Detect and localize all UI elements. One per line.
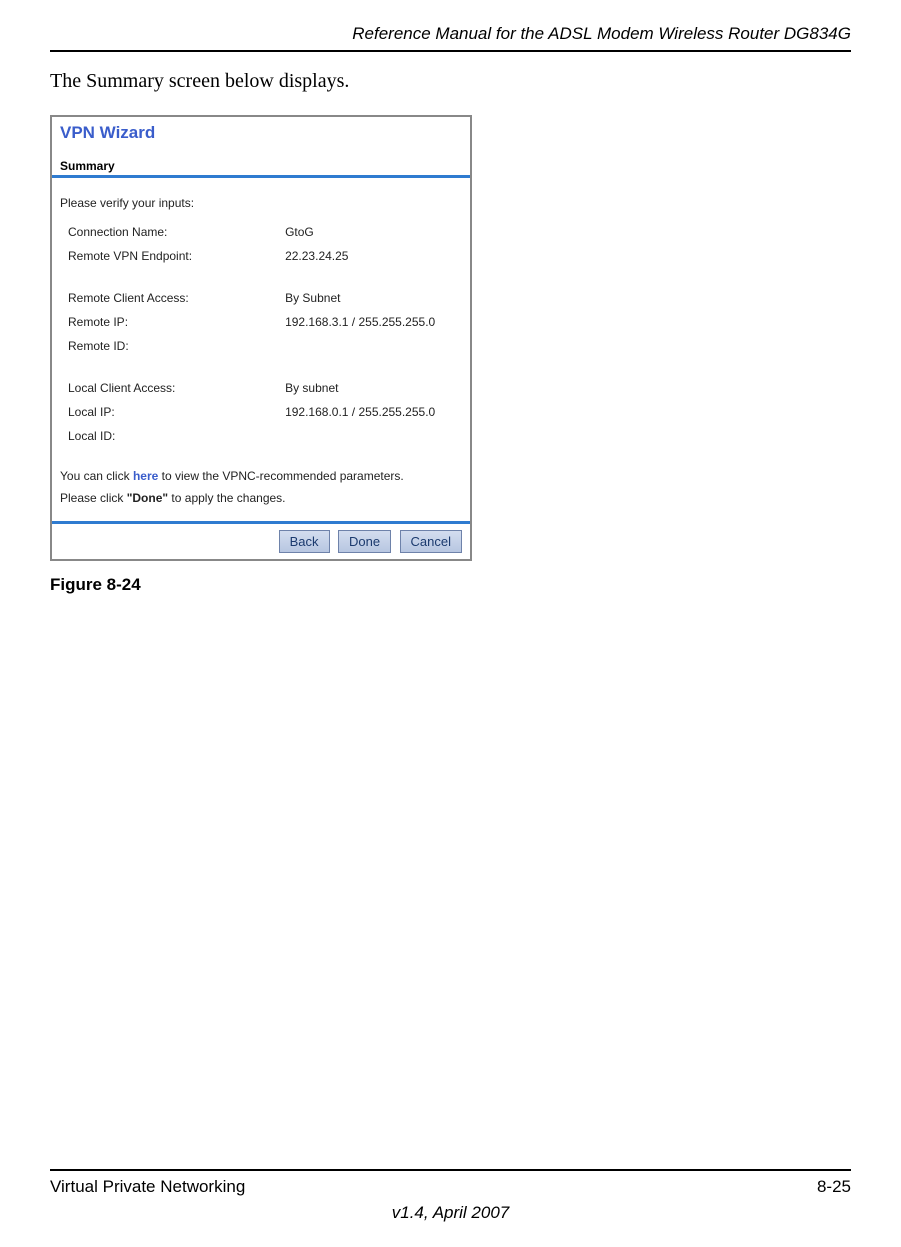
row-connection-name: Connection Name: GtoG	[66, 220, 468, 244]
row-remote-ip: Remote IP: 192.168.3.1 / 255.255.255.0	[66, 310, 468, 334]
value: By Subnet	[283, 286, 468, 310]
hint-done: Please click "Done" to apply the changes…	[52, 488, 470, 510]
footer-section: Virtual Private Networking	[50, 1177, 245, 1197]
value: By subnet	[283, 376, 468, 400]
wizard-title: VPN Wizard	[52, 117, 470, 159]
label: Remote IP:	[66, 310, 283, 334]
label: Connection Name:	[66, 220, 283, 244]
running-header: Reference Manual for the ADSL Modem Wire…	[50, 24, 851, 50]
section-title: Summary	[52, 159, 470, 175]
footer-rule	[50, 1169, 851, 1171]
hint1-post: to view the VPNC-recommended parameters.	[158, 469, 403, 483]
row-local-ip: Local IP: 192.168.0.1 / 255.255.255.0	[66, 400, 468, 424]
value: 192.168.0.1 / 255.255.255.0	[283, 400, 468, 424]
hint2-bold: "Done"	[127, 491, 168, 505]
row-remote-id: Remote ID:	[66, 334, 468, 358]
value	[283, 334, 468, 358]
value	[283, 424, 468, 448]
label: Local ID:	[66, 424, 283, 448]
label: Local Client Access:	[66, 376, 283, 400]
back-button[interactable]: Back	[279, 530, 330, 553]
row-local-access: Local Client Access: By subnet	[66, 376, 468, 400]
button-bar: Back Done Cancel	[52, 524, 470, 559]
value: GtoG	[283, 220, 468, 244]
vpnc-params-link[interactable]: here	[133, 469, 158, 483]
label: Local IP:	[66, 400, 283, 424]
header-rule	[50, 50, 851, 52]
footer-page-number: 8-25	[817, 1177, 851, 1197]
label: Remote Client Access:	[66, 286, 283, 310]
cancel-button[interactable]: Cancel	[400, 530, 462, 553]
value: 22.23.24.25	[283, 244, 468, 268]
hint2-pre: Please click	[60, 491, 127, 505]
row-local-id: Local ID:	[66, 424, 468, 448]
figure-caption: Figure 8-24	[50, 575, 851, 595]
done-button[interactable]: Done	[338, 530, 391, 553]
footer-version: v1.4, April 2007	[50, 1203, 851, 1223]
summary-table: Connection Name: GtoG Remote VPN Endpoin…	[66, 220, 468, 448]
row-remote-access: Remote Client Access: By Subnet	[66, 286, 468, 310]
page-footer: Virtual Private Networking 8-25 v1.4, Ap…	[50, 1169, 851, 1223]
hint-vpnc: You can click here to view the VPNC-reco…	[52, 466, 470, 488]
intro-paragraph: The Summary screen below displays.	[50, 70, 851, 93]
label: Remote ID:	[66, 334, 283, 358]
vpn-wizard-screenshot: VPN Wizard Summary Please verify your in…	[50, 115, 472, 561]
hint2-post: to apply the changes.	[168, 491, 285, 505]
row-remote-endpoint: Remote VPN Endpoint: 22.23.24.25	[66, 244, 468, 268]
verify-prompt: Please verify your inputs:	[60, 196, 462, 210]
section-rule	[52, 175, 470, 178]
label: Remote VPN Endpoint:	[66, 244, 283, 268]
value: 192.168.3.1 / 255.255.255.0	[283, 310, 468, 334]
hint1-pre: You can click	[60, 469, 133, 483]
